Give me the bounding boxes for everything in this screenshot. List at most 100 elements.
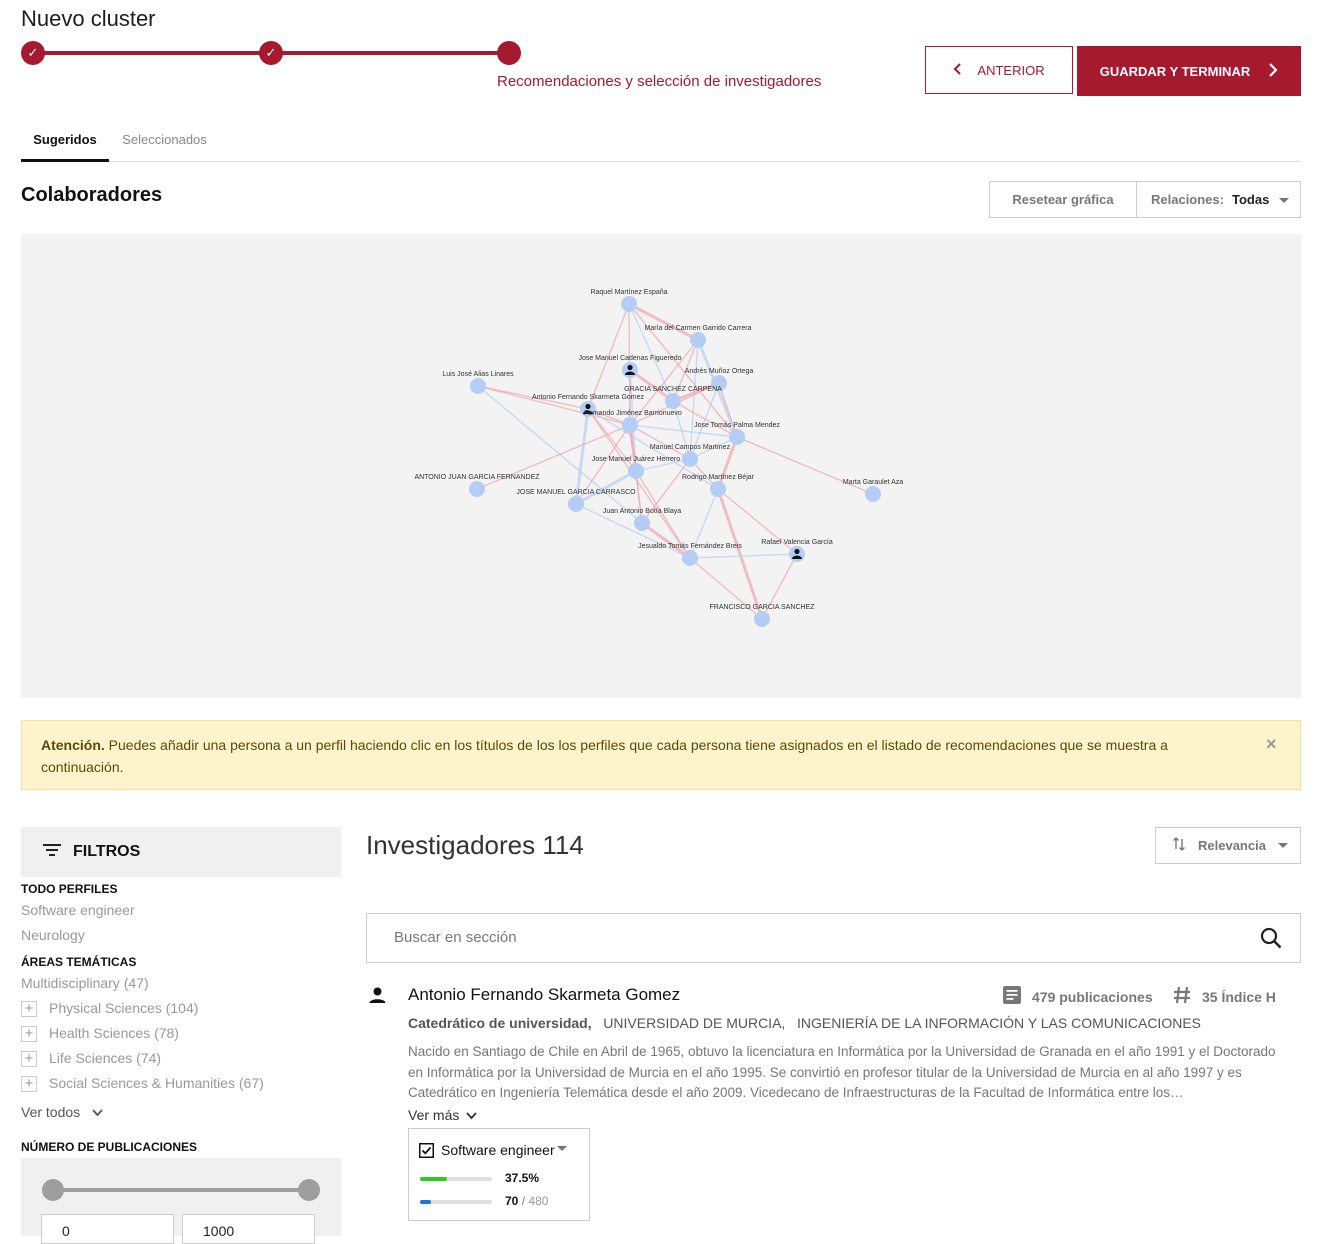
h-index-stat: 35 Índice H	[1172, 985, 1276, 1008]
relations-select[interactable]: Relaciones: Todas	[1136, 181, 1301, 218]
search-input[interactable]	[392, 928, 1196, 947]
document-icon	[1002, 985, 1022, 1008]
researcher-name-link[interactable]: Antonio Fernando Skarmeta Gomez	[408, 985, 680, 1005]
graph-node-circle[interactable]	[469, 481, 485, 497]
see-more-link[interactable]: Ver más	[408, 1107, 477, 1123]
filter-group-areas: ÁREAS TEMÁTICAS	[21, 955, 137, 969]
filter-profile-neurology[interactable]: Neurology	[21, 927, 85, 943]
graph-node[interactable]: Jesualdo Tomás Fernández Breis	[638, 543, 742, 566]
researcher-bio: Nacido en Santiago de Chile en Abril de …	[408, 1044, 1276, 1100]
collaborators-graph[interactable]: Raquel Martínez España María del Carmen G…	[21, 234, 1301, 698]
person-icon	[369, 987, 386, 1009]
graph-node-circle[interactable]	[682, 451, 698, 467]
reset-graph-button[interactable]: Resetear gráfica	[989, 181, 1137, 218]
graph-edge	[587, 408, 691, 559]
graph-node-circle[interactable]	[710, 481, 726, 497]
graph-node[interactable]: Jose Manuel Juárez Herrero	[592, 456, 680, 479]
graph-node-circle[interactable]	[621, 296, 637, 312]
graph-node-label: Luis José Alias Linares	[442, 371, 514, 378]
percent-bar-fill	[420, 1177, 447, 1181]
range-slider-track[interactable]	[53, 1188, 309, 1192]
chevron-left-icon	[953, 62, 963, 78]
filter-area-social-sciences[interactable]: + Social Sciences & Humanities (67)	[21, 1075, 264, 1093]
graph-node-label: María del Carmen Garrido Carrera	[645, 325, 752, 332]
graph-node-circle[interactable]	[690, 332, 706, 348]
filter-area-health-sciences[interactable]: + Health Sciences (78)	[21, 1025, 179, 1043]
graph-node-circle[interactable]	[682, 550, 698, 566]
graph-node[interactable]: Luis José Alias Linares	[442, 371, 514, 394]
graph-node-circle[interactable]	[470, 378, 486, 394]
section-search	[366, 913, 1301, 963]
profile-match-card: Software engineer 37.5% 70 / 480	[408, 1128, 590, 1221]
expand-plus-icon[interactable]: +	[21, 1076, 37, 1093]
graph-node-circle[interactable]	[729, 429, 745, 445]
filter-area-life-sciences[interactable]: + Life Sciences (74)	[21, 1050, 161, 1068]
filter-area-count: (47)	[123, 975, 149, 991]
relations-select-label: Relaciones:	[1151, 192, 1224, 207]
graph-node[interactable]: María del Carmen Garrido Carrera	[645, 325, 752, 348]
step-1-done-icon[interactable]: ✓	[21, 41, 45, 65]
range-slider-min-handle[interactable]	[42, 1179, 64, 1201]
graph-node[interactable]: Marta Garaulet Aza	[843, 479, 903, 502]
sort-icon	[1172, 837, 1186, 854]
search-icon[interactable]	[1260, 927, 1282, 954]
tab-seleccionados[interactable]: Seleccionados	[117, 124, 212, 159]
filter-area-physical-sciences[interactable]: + Physical Sciences (104)	[21, 1000, 198, 1018]
filter-area-multidisciplinary[interactable]: Multidisciplinary (47)	[21, 975, 149, 991]
graph-node-circle[interactable]	[634, 515, 650, 531]
see-all-areas-link[interactable]: Ver todos	[21, 1104, 103, 1120]
publications-min-input[interactable]: 0	[41, 1214, 174, 1244]
stepper: ✓ ✓	[21, 40, 521, 66]
tab-sugeridos[interactable]: Sugeridos	[21, 124, 109, 162]
graph-node-label: Juan Antonio Botía Blaya	[603, 508, 681, 515]
range-slider-max-handle[interactable]	[298, 1179, 320, 1201]
researcher-affiliation: Catedrático de universidad, UNIVERSIDAD …	[408, 1015, 1201, 1031]
caret-down-icon	[1277, 843, 1288, 848]
filter-area-label: Life Sciences	[49, 1050, 133, 1066]
graph-node-circle[interactable]	[665, 393, 681, 409]
stepper-line-1	[33, 51, 271, 55]
checkbox-checked-icon[interactable]	[419, 1143, 434, 1163]
researcher-department: INGENIERÍA DE LA INFORMACIÓN Y LAS COMUN…	[796, 1015, 1201, 1031]
previous-button[interactable]: ANTERIOR	[925, 46, 1073, 94]
sort-select[interactable]: Relevancia	[1155, 827, 1301, 864]
expand-plus-icon[interactable]: +	[21, 1026, 37, 1043]
graph-node-label: ANTONIO JUAN GARCIA FERNANDEZ	[414, 474, 540, 481]
graph-node[interactable]: Jose Manuel Cadenas Figueredo	[578, 355, 682, 378]
caret-down-icon[interactable]	[557, 1146, 567, 1151]
graph-node-circle[interactable]	[568, 496, 584, 512]
percent-value: 37.5%	[505, 1171, 540, 1185]
expand-plus-icon[interactable]: +	[21, 1001, 37, 1018]
graph-node-label: JOSE MANUEL GARCIA CARRASCO	[516, 489, 636, 496]
graph-node-label: Andrés Muñoz Ortega	[685, 368, 754, 375]
publications-max-input[interactable]: 1000	[182, 1214, 315, 1244]
stepper-line-2	[271, 51, 509, 55]
previous-button-label: ANTERIOR	[977, 62, 1045, 78]
graph-node[interactable]: Rafael Valencia García	[761, 539, 833, 562]
filter-profile-software-engineer[interactable]: Software engineer	[21, 902, 135, 918]
graph-node-circle[interactable]	[865, 486, 881, 502]
graph-node[interactable]: Rodrigo Martínez Béjar	[682, 474, 755, 497]
filter-area-count: (67)	[238, 1075, 264, 1091]
step-2-done-icon[interactable]: ✓	[259, 41, 283, 65]
collaborators-graph-svg[interactable]: Raquel Martínez España María del Carmen G…	[21, 234, 1301, 698]
expand-plus-icon[interactable]: +	[21, 1051, 37, 1068]
count-value: 70 / 480	[505, 1194, 549, 1208]
graph-node-circle[interactable]	[628, 463, 644, 479]
graph-node-circle[interactable]	[622, 417, 638, 433]
graph-node-label: Manuel Campos Martínez	[650, 444, 731, 451]
graph-node-label: Jesualdo Tomás Fernández Breis	[638, 543, 742, 550]
close-icon[interactable]: ×	[1266, 734, 1277, 755]
graph-node[interactable]: Raquel Martínez España	[590, 289, 668, 312]
save-finish-button[interactable]: GUARDAR Y TERMINAR	[1077, 46, 1301, 96]
relations-select-value: Todas	[1231, 192, 1270, 207]
graph-node[interactable]: FRANCISCO GARCIA SANCHEZ	[709, 604, 815, 627]
profile-total: 480	[528, 1194, 549, 1208]
filters-header[interactable]: FILTROS	[21, 827, 341, 877]
filter-icon	[43, 843, 61, 861]
filter-group-publications: NÚMERO DE PUBLICACIONES	[21, 1140, 198, 1154]
graph-node-label: Rafael Valencia García	[761, 539, 833, 546]
profile-name[interactable]: Software engineer	[441, 1142, 555, 1158]
graph-node-circle[interactable]	[754, 611, 770, 627]
percent-bar	[420, 1177, 492, 1181]
